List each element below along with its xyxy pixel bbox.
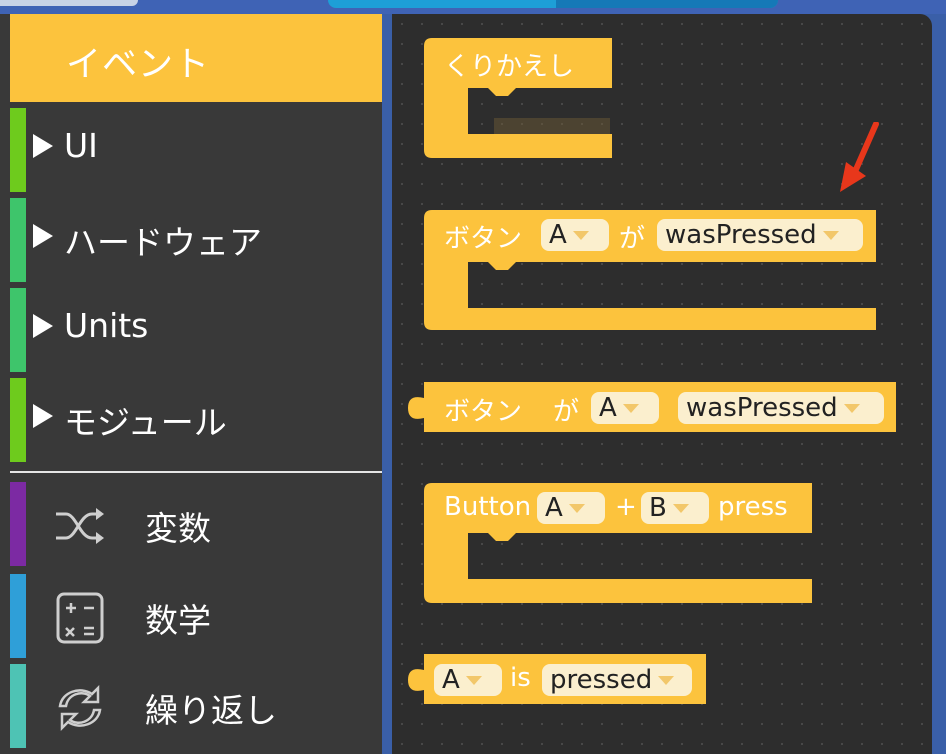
event-select-dropdown[interactable]: wasPressed — [678, 392, 884, 424]
expand-arrow-icon[interactable] — [33, 314, 53, 338]
category-math-label: 数学 — [145, 601, 211, 640]
button-prefix-label: ボタン — [444, 397, 523, 427]
combo-prefix-label: Button — [444, 492, 532, 522]
button-select-value: A — [599, 393, 617, 423]
category-color-bar — [10, 482, 26, 566]
button-a-dropdown[interactable]: A — [537, 492, 605, 524]
category-event-label: イベント — [66, 45, 211, 85]
is-label: is — [510, 663, 531, 693]
category-loops[interactable]: 繰り返し — [0, 664, 382, 750]
category-variables-label: 変数 — [145, 509, 211, 548]
state-select-dropdown[interactable]: pressed — [542, 664, 692, 696]
category-units[interactable]: Units — [0, 288, 382, 374]
button-b-dropdown[interactable]: B — [641, 492, 709, 524]
repeat-label: くりかえし — [444, 52, 575, 82]
category-hardware[interactable]: ハードウェア — [0, 198, 382, 284]
chevron-down-icon — [822, 231, 839, 240]
button-select-value: A — [549, 220, 567, 250]
sidebar-divider — [10, 471, 382, 473]
chevron-down-icon — [843, 404, 860, 413]
category-color-bar — [10, 288, 26, 372]
chevron-down-icon — [568, 504, 585, 513]
button-select-dropdown[interactable]: A — [434, 664, 502, 696]
state-select-value: pressed — [550, 665, 653, 695]
top-left-tab[interactable] — [0, 0, 138, 6]
refresh-icon — [58, 684, 102, 732]
category-color-bar — [10, 108, 26, 192]
top-tab-active[interactable] — [556, 0, 778, 8]
category-math[interactable]: 数学 — [0, 574, 382, 660]
combo-suffix-label: press — [718, 492, 788, 522]
ga-label: が — [553, 397, 580, 427]
category-hardware-label: ハードウェア — [64, 223, 262, 262]
category-color-bar — [10, 198, 26, 282]
button-b-value: B — [649, 493, 667, 523]
toolbox-sidebar: イベント UI ハードウェア Units モジュール 変数 数学 繰り返し — [0, 14, 382, 754]
category-color-bar — [10, 378, 26, 462]
plus-label: + — [615, 492, 637, 522]
right-strip — [932, 14, 946, 754]
button-select-value: A — [442, 665, 460, 695]
ga-label: が — [619, 224, 646, 254]
category-ui-label: UI — [64, 126, 98, 165]
calculator-icon — [56, 592, 104, 644]
chevron-down-icon — [622, 404, 639, 413]
category-modules-label: モジュール — [64, 403, 227, 442]
button-a-value: A — [545, 493, 563, 523]
category-event[interactable]: イベント — [10, 14, 382, 102]
chevron-down-icon — [572, 231, 589, 240]
event-select-value: wasPressed — [665, 220, 817, 250]
category-modules[interactable]: モジュール — [0, 378, 382, 464]
category-variables[interactable]: 変数 — [0, 482, 382, 568]
button-prefix-label: ボタン — [444, 224, 523, 254]
chevron-down-icon — [658, 676, 675, 685]
category-color-bar — [10, 574, 26, 658]
button-select-dropdown[interactable]: A — [541, 219, 609, 251]
annotation-arrow-icon — [840, 122, 879, 192]
shuffle-icon — [56, 508, 104, 544]
chevron-down-icon — [672, 504, 689, 513]
expand-arrow-icon[interactable] — [33, 134, 53, 158]
button-select-dropdown[interactable]: A — [591, 392, 659, 424]
category-loops-label: 繰り返し — [145, 691, 277, 730]
category-ui[interactable]: UI — [0, 108, 382, 194]
event-select-dropdown[interactable]: wasPressed — [657, 219, 863, 251]
event-select-value: wasPressed — [686, 393, 838, 423]
expand-arrow-icon[interactable] — [33, 404, 53, 428]
chevron-down-icon — [465, 676, 482, 685]
expand-arrow-icon[interactable] — [33, 224, 53, 248]
category-color-bar — [10, 664, 26, 748]
category-units-label: Units — [64, 306, 149, 345]
